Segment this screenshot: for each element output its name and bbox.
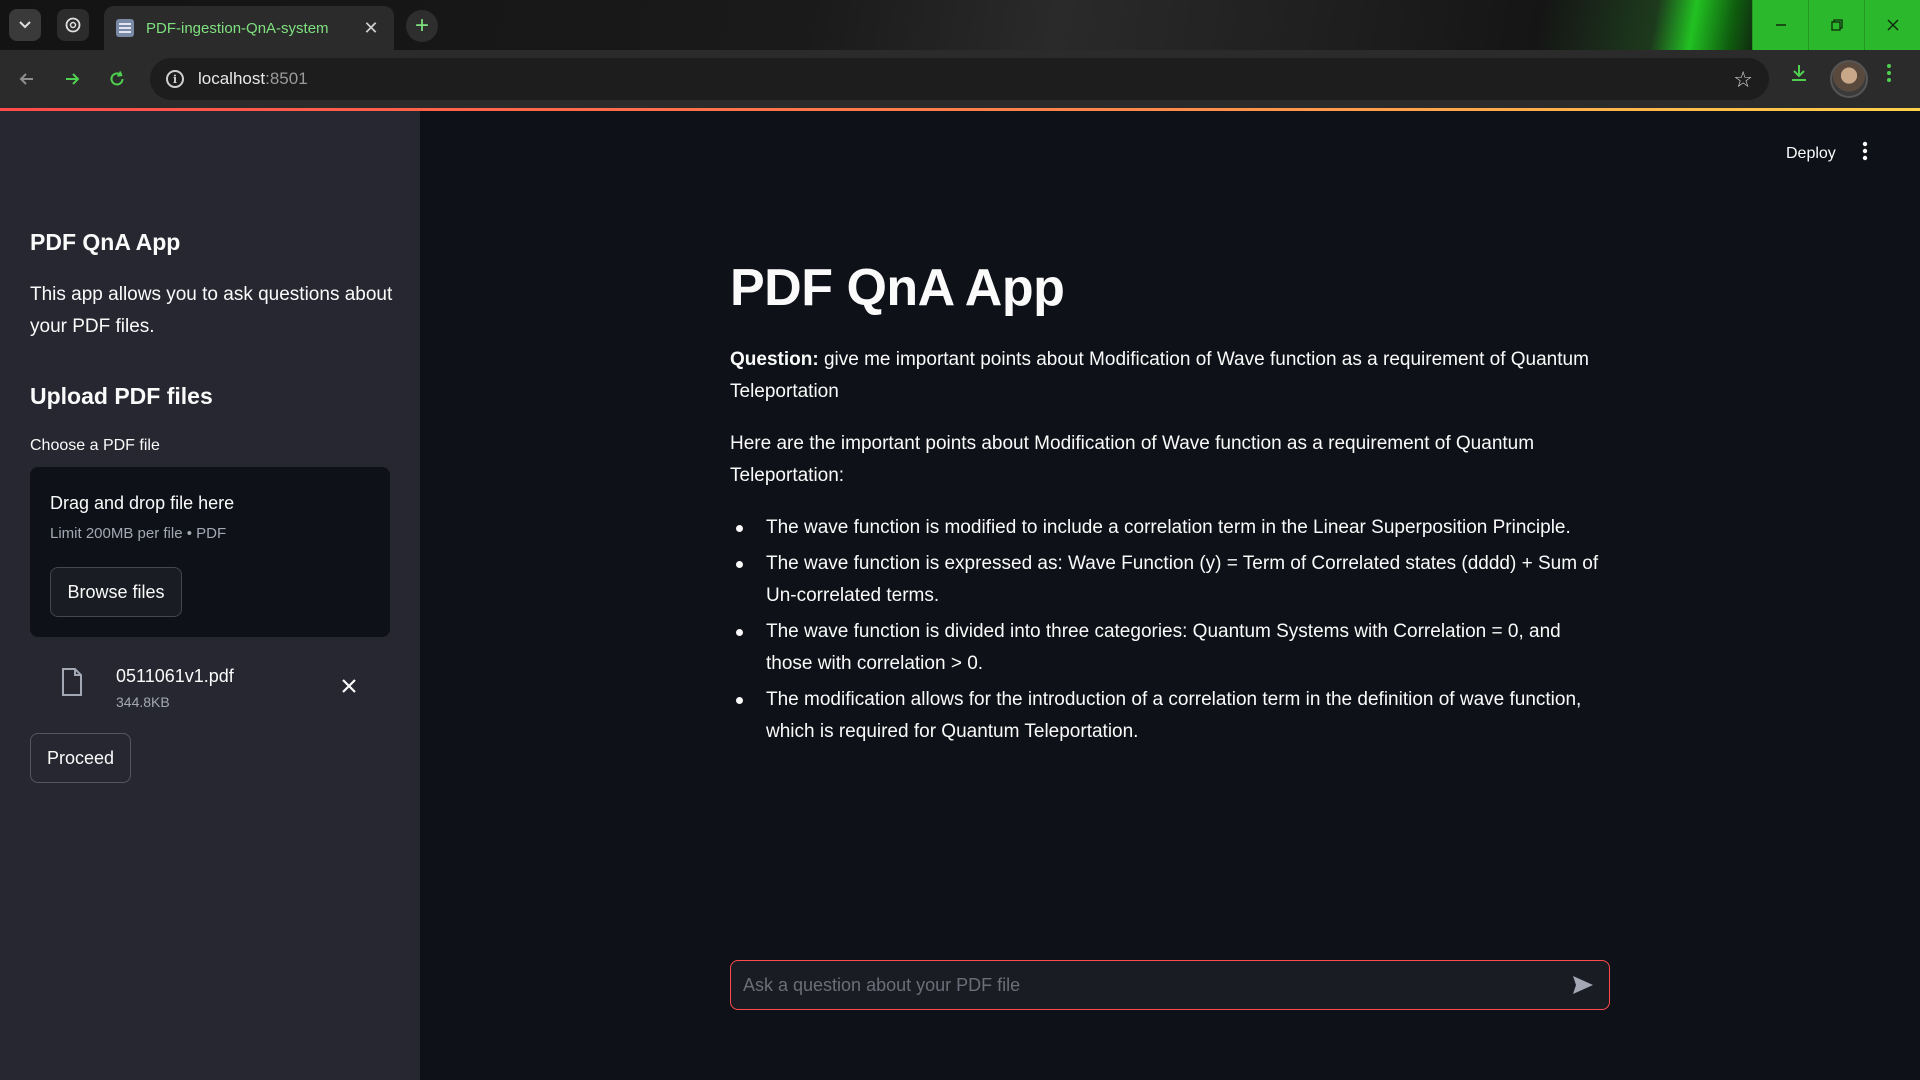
uploaded-file-name: 0511061v1.pdf bbox=[116, 666, 234, 686]
dropzone-title: Drag and drop file here bbox=[50, 493, 235, 513]
sidebar-description: This app allows you to ask questions abo… bbox=[30, 284, 393, 337]
openai-logo-icon bbox=[65, 17, 81, 33]
tab-search-button[interactable] bbox=[9, 9, 41, 41]
uploaded-file-size: 344.8KB bbox=[116, 694, 170, 710]
question-label: Question: bbox=[730, 349, 819, 370]
sidebar-title: PDF QnA App bbox=[30, 229, 181, 255]
proceed-button[interactable]: Proceed bbox=[30, 733, 131, 783]
minimize-icon bbox=[1775, 24, 1786, 26]
restore-icon bbox=[1830, 19, 1843, 31]
bookmark-star-icon[interactable]: ☆ bbox=[1733, 67, 1753, 93]
tab-title: PDF-ingestion-QnA-system bbox=[146, 19, 329, 37]
uploaded-file-item: 0511061v1.pdf 344.8KB bbox=[30, 641, 390, 721]
deploy-button[interactable]: Deploy bbox=[1786, 145, 1836, 163]
back-button[interactable] bbox=[12, 64, 42, 94]
chat-input[interactable] bbox=[743, 974, 1569, 996]
site-info-icon[interactable]: i bbox=[166, 70, 184, 88]
file-dropzone[interactable]: Drag and drop file here Limit 200MB per … bbox=[30, 467, 390, 637]
sidebar: PDF QnA App This app allows you to ask q… bbox=[0, 111, 420, 1080]
window-controls bbox=[1752, 0, 1920, 50]
main-content: PDF QnA App Question: give me important … bbox=[730, 258, 1610, 752]
app-menu-icon[interactable] bbox=[1862, 141, 1868, 165]
close-window-button[interactable] bbox=[1864, 0, 1920, 50]
forward-button[interactable] bbox=[57, 64, 87, 94]
answer-intro: Here are the important points about Modi… bbox=[730, 433, 1535, 486]
send-icon[interactable] bbox=[1569, 971, 1597, 999]
url-host: localhost bbox=[198, 69, 266, 88]
upload-section-title: Upload PDF files bbox=[30, 383, 213, 409]
close-icon bbox=[1886, 19, 1899, 31]
arrow-right-icon bbox=[66, 73, 80, 85]
answer-point: The wave function is modified to include… bbox=[730, 512, 1610, 544]
question-text: give me important points about Modificat… bbox=[730, 349, 1589, 402]
browser-toolbar: i localhost:8501 ☆ bbox=[0, 50, 1920, 108]
answer-point: The wave function is expressed as: Wave … bbox=[730, 548, 1610, 612]
answer-points: The wave function is modified to include… bbox=[730, 512, 1610, 748]
chat-input-container bbox=[730, 960, 1610, 1010]
uploader-label: Choose a PDF file bbox=[30, 437, 160, 454]
browse-files-button[interactable]: Browse files bbox=[50, 567, 182, 617]
file-icon bbox=[62, 668, 82, 696]
restore-button[interactable] bbox=[1808, 0, 1864, 50]
answer-point: The modification allows for the introduc… bbox=[730, 684, 1610, 748]
answer-point: The wave function is divided into three … bbox=[730, 616, 1610, 680]
dropzone-limit: Limit 200MB per file • PDF bbox=[50, 525, 227, 542]
browser-menu-icon[interactable] bbox=[1886, 62, 1892, 90]
page-favicon-icon bbox=[116, 19, 134, 37]
arrow-left-icon bbox=[19, 73, 33, 85]
address-bar[interactable]: i localhost:8501 ☆ bbox=[150, 58, 1769, 100]
new-tab-button[interactable]: + bbox=[406, 10, 438, 42]
reload-icon bbox=[110, 71, 124, 86]
tab-close-icon[interactable]: ✕ bbox=[360, 18, 382, 39]
tab-pinned-chatgpt[interactable] bbox=[57, 9, 89, 41]
browser-tab-active[interactable]: PDF-ingestion-QnA-system ✕ bbox=[104, 6, 394, 50]
question-paragraph: Question: give me important points about… bbox=[730, 344, 1610, 408]
download-icon[interactable] bbox=[1788, 62, 1810, 90]
url-port: :8501 bbox=[265, 69, 308, 88]
chevron-down-icon bbox=[19, 21, 31, 29]
reload-button[interactable] bbox=[102, 64, 132, 94]
remove-file-icon[interactable] bbox=[340, 673, 358, 699]
browser-tabstrip: PDF-ingestion-QnA-system ✕ + bbox=[0, 0, 1920, 50]
profile-avatar[interactable] bbox=[1830, 60, 1868, 98]
page-title: PDF QnA App bbox=[730, 259, 1065, 317]
minimize-button[interactable] bbox=[1752, 0, 1808, 50]
